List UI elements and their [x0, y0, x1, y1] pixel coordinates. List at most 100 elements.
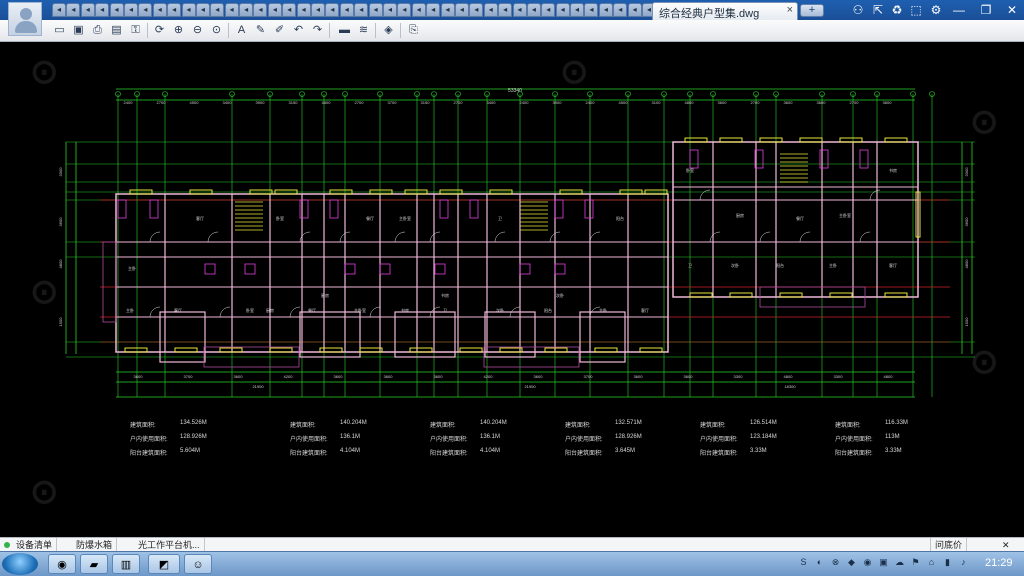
taskbar-clock[interactable]: 21:29 — [985, 557, 1013, 569]
pdf-icon[interactable]: ▤ — [109, 23, 124, 38]
document-tab[interactable]: ◂ — [426, 3, 441, 17]
document-tab[interactable]: ◂ — [483, 3, 498, 17]
document-tab[interactable]: ◂ — [411, 3, 426, 17]
user-icon[interactable]: ⚇ — [850, 2, 866, 18]
avatar-task-icon[interactable]: ☺ — [184, 554, 212, 574]
close-panel-icon[interactable]: ✕ — [998, 538, 1014, 552]
fixture — [434, 263, 446, 275]
document-tab[interactable]: ◂ — [224, 3, 239, 17]
text-icon[interactable]: A — [234, 23, 249, 38]
tray-icon[interactable]: ⌂ — [926, 557, 937, 568]
layers-icon[interactable]: ◈ — [381, 23, 396, 38]
cloud-icon[interactable]: ⬚ — [908, 2, 924, 18]
sync-icon[interactable]: ♻ — [889, 2, 905, 18]
document-tab[interactable]: ◂ — [282, 3, 297, 17]
start-button[interactable] — [2, 553, 38, 575]
lock-icon[interactable]: ⚿ — [128, 23, 143, 38]
document-tab[interactable]: ◂ — [584, 3, 599, 17]
export-icon[interactable]: ⎘ — [406, 23, 421, 38]
document-tab[interactable]: ◂ — [239, 3, 254, 17]
folder-task-icon[interactable]: ▰ — [80, 554, 108, 574]
document-tab[interactable]: ◂ — [613, 3, 628, 17]
document-tab[interactable]: ◂ — [555, 3, 570, 17]
document-tab[interactable]: ◂ — [512, 3, 527, 17]
tray-icon[interactable]: ▣ — [878, 557, 889, 568]
measure-icon[interactable]: ▬ — [337, 23, 352, 38]
document-tab[interactable]: ◂ — [181, 3, 196, 17]
volume-icon[interactable]: ♪ — [958, 557, 969, 568]
document-tab[interactable]: ◂ — [267, 3, 282, 17]
document-tab[interactable]: ◂ — [138, 3, 153, 17]
document-tab[interactable]: ◂ — [570, 3, 585, 17]
dimension-text: 3600 — [384, 374, 394, 379]
ask-price-button[interactable]: 问底价 — [930, 538, 968, 552]
undo-icon[interactable]: ↶ — [291, 23, 306, 38]
document-tab[interactable]: ◂ — [80, 3, 95, 17]
document-tab[interactable]: ◂ — [195, 3, 210, 17]
drawing-canvas[interactable]: 53340 2400 2700 4500 3400 3900 3150 4800 2700 370… — [0, 42, 1024, 537]
document-tab[interactable]: ◂ — [123, 3, 138, 17]
browser-task-icon[interactable]: ◉ — [48, 554, 76, 574]
settings-icon[interactable]: ⚙ — [928, 2, 944, 18]
zoom-out-icon[interactable]: ⊖ — [190, 23, 205, 38]
document-tab[interactable]: ◂ — [354, 3, 369, 17]
document-tab[interactable]: ◂ — [382, 3, 397, 17]
open-folder-icon[interactable]: ▭ — [52, 23, 67, 38]
document-tab[interactable]: ◂ — [311, 3, 326, 17]
bottom-tab[interactable]: 设备清单 — [12, 538, 58, 552]
tray-icon[interactable]: ◐ — [814, 557, 825, 568]
pencil-icon[interactable]: ✎ — [253, 23, 268, 38]
document-tab[interactable]: ◂ — [598, 3, 613, 17]
tray-icon[interactable]: ◆ — [846, 557, 857, 568]
minimize-icon[interactable]: — — [951, 2, 967, 18]
document-tab[interactable]: ◂ — [52, 3, 66, 17]
bottom-tab[interactable]: 光工作平台机... — [134, 538, 205, 552]
share-icon[interactable]: ⇱ — [870, 2, 886, 18]
print-icon[interactable]: ⎙ — [90, 23, 105, 38]
fixture — [554, 199, 564, 219]
document-tab[interactable]: ◂ — [339, 3, 354, 17]
bottom-tab[interactable]: 防爆水箱 — [72, 538, 118, 552]
cad-viewer-task-icon[interactable]: ◩ — [148, 554, 180, 574]
layers-line-icon[interactable]: ≋ — [356, 23, 371, 38]
dimension-text: 3300 — [58, 167, 63, 177]
document-tab[interactable]: ◂ — [66, 3, 81, 17]
active-document-tab[interactable]: 综合经典户型集.dwg × — [652, 2, 798, 20]
close-tab-icon[interactable]: × — [787, 4, 793, 16]
document-tab[interactable]: ◂ — [296, 3, 311, 17]
pen-icon[interactable]: ✐ — [272, 23, 287, 38]
document-tab[interactable]: ◂ — [109, 3, 124, 17]
zoom-window-icon[interactable]: ⊙ — [209, 23, 224, 38]
tray-icon[interactable]: ⊗ — [830, 557, 841, 568]
document-tab[interactable]: ◂ — [325, 3, 340, 17]
redo-icon[interactable]: ↷ — [310, 23, 325, 38]
dimension-text: 1500 — [964, 317, 969, 327]
document-tab[interactable]: ◂ — [210, 3, 225, 17]
save-icon[interactable]: ▣ — [71, 23, 86, 38]
restore-icon[interactable]: ❐ — [978, 2, 994, 18]
document-tab[interactable]: ◂ — [627, 3, 642, 17]
new-tab-button[interactable]: + — [800, 4, 824, 17]
document-tab[interactable]: ◂ — [167, 3, 182, 17]
document-tab[interactable]: ◂ — [368, 3, 383, 17]
user-avatar[interactable] — [8, 2, 42, 36]
document-tab[interactable]: ◂ — [541, 3, 556, 17]
document-tab[interactable]: ◂ — [526, 3, 541, 17]
document-tab[interactable]: ◂ — [253, 3, 268, 17]
tray-icon[interactable]: ☁ — [894, 557, 905, 568]
tray-icon[interactable]: ⚑ — [910, 557, 921, 568]
close-window-icon[interactable]: ✕ — [1004, 2, 1020, 18]
document-tab[interactable]: ◂ — [152, 3, 167, 17]
document-tab[interactable]: ◂ — [454, 3, 469, 17]
ime-icon[interactable]: S — [798, 557, 809, 568]
app-task-icon[interactable]: ▥ — [112, 554, 140, 574]
tray-icon[interactable]: ◉ — [862, 557, 873, 568]
document-tab[interactable]: ◂ — [95, 3, 110, 17]
document-tab[interactable]: ◂ — [397, 3, 412, 17]
rotate-icon[interactable]: ⟳ — [152, 23, 167, 38]
document-tab[interactable]: ◂ — [440, 3, 455, 17]
document-tab[interactable]: ◂ — [469, 3, 484, 17]
zoom-in-icon[interactable]: ⊕ — [171, 23, 186, 38]
network-icon[interactable]: ▮ — [942, 557, 953, 568]
document-tab[interactable]: ◂ — [498, 3, 513, 17]
